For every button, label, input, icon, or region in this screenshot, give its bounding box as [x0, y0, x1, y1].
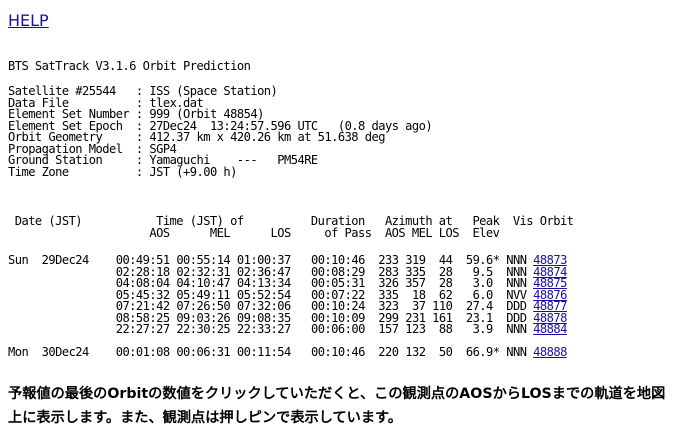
los-time-cell: 22:33:27 — [236, 322, 291, 336]
azimuth-aos-cell: 220 — [378, 345, 399, 359]
aos-time-cell: 22:27:27 — [115, 322, 170, 336]
table-row: 22:27:27 22:30:25 22:33:27 00:06:00 157 … — [8, 322, 568, 336]
orbit-link[interactable]: 48884 — [533, 322, 567, 336]
mel-time-cell: 00:06:31 — [176, 345, 231, 359]
peak-elev-cell: 3.9 — [465, 322, 500, 336]
pass-table: Sun 29Dec24 00:49:51 00:55:14 01:00:37 0… — [8, 254, 568, 359]
los-time-cell: 00:11:54 — [236, 345, 291, 359]
orbit-link[interactable]: 48888 — [533, 345, 567, 359]
header-line-2: AOS MEL LOS of Pass AOS MEL LOS Elev — [8, 225, 500, 240]
duration-cell: 00:10:46 — [310, 345, 365, 359]
azimuth-los-cell: 88 — [432, 322, 453, 336]
info-label: Time Zone — [8, 164, 130, 179]
satellite-info-block: Satellite #25544 : ISS (Space Station) D… — [8, 84, 433, 179]
usage-note: 予報値の最後のOrbitの数値をクリックしていただくと、この観測点のAOSからL… — [8, 386, 666, 426]
info-value: 412.37 km x 420.26 km at 51.638 deg — [149, 130, 385, 144]
date-cell — [8, 322, 89, 336]
visibility-cell: NNN — [506, 322, 527, 336]
info-value: JST (+9.00 h) — [149, 164, 237, 179]
visibility-cell: NNN — [506, 345, 527, 359]
aos-time-cell: 00:01:08 — [115, 345, 170, 359]
pass-table-header: Date (JST) Time (JST) of Duration Azimut… — [8, 215, 574, 240]
azimuth-aos-cell: 157 — [378, 322, 399, 336]
azimuth-los-cell: 50 — [432, 345, 453, 359]
date-cell: Mon 30Dec24 — [8, 345, 89, 359]
table-row: Mon 30Dec24 00:01:08 00:06:31 00:11:54 0… — [8, 345, 567, 359]
page-title: BTS SatTrack V3.1.6 Orbit Prediction — [8, 59, 251, 73]
help-link[interactable]: HELP — [8, 11, 49, 30]
mel-time-cell: 22:30:25 — [176, 322, 231, 336]
duration-cell: 00:06:00 — [310, 322, 365, 336]
azimuth-mel-cell: 132 — [405, 345, 426, 359]
azimuth-mel-cell: 123 — [405, 322, 426, 336]
peak-elev-cell: 66.9* — [465, 345, 500, 359]
